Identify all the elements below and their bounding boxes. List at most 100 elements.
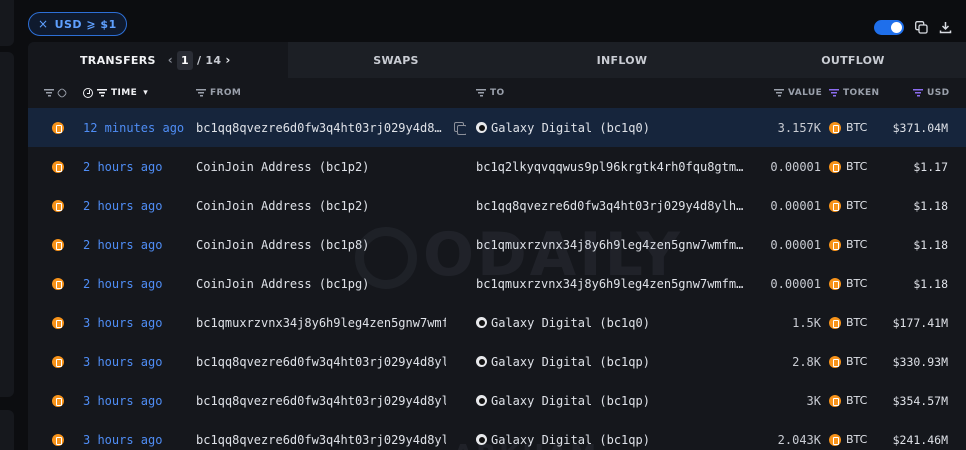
row-usd: $1.18	[913, 276, 948, 291]
btc-token-icon	[829, 355, 841, 368]
odaily-logo-watermark	[355, 227, 417, 289]
download-icon[interactable]	[938, 21, 952, 35]
filter-icon[interactable]	[44, 89, 54, 97]
row-token[interactable]: BTC	[829, 264, 867, 303]
row-to-address[interactable]: Galaxy Digital (bc1qp)	[476, 420, 746, 450]
row-from-address[interactable]: bc1qq8qvezre6d0fw3q4ht03rj029y4d8ylh…	[196, 381, 446, 420]
btc-coin-icon	[52, 381, 64, 420]
row-token[interactable]: BTC	[829, 303, 867, 342]
usd-filter-icon[interactable]	[913, 89, 923, 97]
btc-token-icon	[829, 394, 841, 407]
close-icon[interactable]: ×	[38, 17, 49, 31]
link-icon[interactable]	[56, 87, 68, 99]
table-row[interactable]: 2 hours ago CoinJoin Address (bc1pg) bc1qm…	[28, 264, 966, 303]
table-row[interactable]: 3 hours ago bc1qmuxrzvnx34j8y6h9leg4zen5g…	[28, 303, 966, 342]
row-time-link[interactable]: 12 minutes ago	[83, 108, 184, 147]
row-token[interactable]: BTC	[829, 225, 867, 264]
row-from-address[interactable]: bc1qq8qvezre6d0fw3q4ht03rj029y4d8ylh…	[196, 342, 446, 381]
table-row[interactable]: 2 hours ago CoinJoin Address (bc1p2) bc1qq…	[28, 186, 966, 225]
table-row[interactable]: 2 hours ago CoinJoin Address (bc1p2) bc1q2…	[28, 147, 966, 186]
copy-icon[interactable]	[914, 21, 928, 35]
row-to-address[interactable]: Galaxy Digital (bc1q0)	[476, 108, 746, 147]
row-value: 2.8K	[792, 354, 821, 369]
token-filter-icon[interactable]	[829, 89, 839, 97]
row-to-address[interactable]: bc1qq8qvezre6d0fw3q4ht03rj029y4d8ylh…	[476, 186, 746, 225]
row-from-address[interactable]: CoinJoin Address (bc1p2)	[196, 186, 446, 225]
tab-transfers-label: TRANSFERS	[80, 53, 156, 67]
column-time[interactable]: TIME ▾	[83, 78, 148, 108]
row-time-link[interactable]: 2 hours ago	[83, 186, 162, 225]
row-value: 3K	[806, 393, 821, 408]
row-token[interactable]: BTC	[829, 342, 867, 381]
row-from-address[interactable]: CoinJoin Address (bc1p2)	[196, 147, 446, 186]
row-token[interactable]: BTC	[829, 420, 867, 450]
entity-logo-icon	[476, 395, 487, 406]
tab-outflow[interactable]: OUTFLOW	[740, 42, 966, 78]
row-from-address[interactable]: bc1qq8qvezre6d0fw3q4ht03rj029y4d8ylh…	[196, 420, 446, 450]
row-to-address[interactable]: Galaxy Digital (bc1qp)	[476, 381, 746, 420]
copy-icon[interactable]	[454, 108, 466, 147]
header-filter-link[interactable]	[44, 78, 68, 108]
row-to-address[interactable]: Galaxy Digital (bc1qp)	[476, 342, 746, 381]
row-time-link[interactable]: 2 hours ago	[83, 147, 162, 186]
table-row[interactable]: 3 hours ago bc1qq8qvezre6d0fw3q4ht03rj029…	[28, 420, 966, 450]
table-row[interactable]: 12 minutes ago bc1qq8qvezre6d0fw3q4ht03rj…	[28, 108, 966, 147]
btc-coin-icon	[52, 303, 64, 342]
sidebar-panel	[0, 52, 14, 397]
transfers-table-body: 12 minutes ago bc1qq8qvezre6d0fw3q4ht03rj…	[28, 108, 966, 450]
row-time-link[interactable]: 3 hours ago	[83, 303, 162, 342]
row-time-link[interactable]: 2 hours ago	[83, 264, 162, 303]
row-to-address[interactable]: bc1q2lkyqvqqwus9pl96krgtk4rh0fqu8gtm…	[476, 147, 746, 186]
row-time-link[interactable]: 2 hours ago	[83, 225, 162, 264]
row-to-address[interactable]: Galaxy Digital (bc1q0)	[476, 303, 746, 342]
row-time-link[interactable]: 3 hours ago	[83, 342, 162, 381]
current-page-input[interactable]: 1	[177, 50, 193, 70]
time-filter-icon[interactable]	[97, 89, 107, 97]
row-from-address[interactable]: bc1qmuxrzvnx34j8y6h9leg4zen5gnw7wmfm…	[196, 303, 446, 342]
row-value: 0.00001	[770, 276, 821, 291]
row-usd: $1.18	[913, 198, 948, 213]
table-row[interactable]: 3 hours ago bc1qq8qvezre6d0fw3q4ht03rj029…	[28, 342, 966, 381]
toggle-switch[interactable]	[874, 20, 904, 35]
row-to-address[interactable]: bc1qmuxrzvnx34j8y6h9leg4zen5gnw7wmfm…	[476, 225, 746, 264]
row-to-label: bc1qmuxrzvnx34j8y6h9leg4zen5gnw7wmfm…	[476, 276, 744, 291]
to-filter-icon[interactable]	[476, 89, 486, 97]
column-value[interactable]: VALUE	[774, 78, 822, 108]
row-token[interactable]: BTC	[829, 147, 867, 186]
usd-filter-chip[interactable]: × USD ⩾ $1	[28, 12, 127, 36]
column-usd[interactable]: USD	[913, 78, 949, 108]
entity-logo-icon	[476, 317, 487, 328]
value-filter-icon[interactable]	[774, 89, 784, 97]
row-usd: $330.93M	[892, 354, 948, 369]
row-token-label: BTC	[846, 160, 868, 173]
chevron-left-icon[interactable]: ‹	[168, 53, 173, 67]
table-row[interactable]: 3 hours ago bc1qq8qvezre6d0fw3q4ht03rj029…	[28, 381, 966, 420]
sort-desc-icon[interactable]: ▾	[143, 88, 148, 98]
from-filter-icon[interactable]	[196, 89, 206, 97]
btc-coin-icon	[52, 108, 64, 147]
column-token[interactable]: TOKEN	[829, 78, 879, 108]
transfers-panel: TRANSFERS ‹ 1 / 14 › SWAPS INFLOW OUTFLO…	[28, 42, 966, 450]
row-token[interactable]: BTC	[829, 186, 867, 225]
row-token-label: BTC	[846, 199, 868, 212]
btc-token-icon	[829, 433, 841, 446]
row-token[interactable]: BTC	[829, 108, 867, 147]
row-time-link[interactable]: 3 hours ago	[83, 420, 162, 450]
row-from-address[interactable]: bc1qq8qvezre6d0fw3q4ht03rj029y4d8…	[196, 108, 446, 147]
row-to-label: bc1qq8qvezre6d0fw3q4ht03rj029y4d8ylh…	[476, 198, 744, 213]
tab-bar: TRANSFERS ‹ 1 / 14 › SWAPS INFLOW OUTFLO…	[28, 42, 966, 78]
tab-inflow[interactable]: INFLOW	[504, 42, 740, 78]
tab-transfers[interactable]: TRANSFERS ‹ 1 / 14 ›	[28, 42, 288, 78]
column-from-label: FROM	[210, 88, 242, 98]
row-usd: $177.41M	[892, 315, 948, 330]
row-usd: $241.46M	[892, 432, 948, 447]
column-from[interactable]: FROM	[196, 78, 241, 108]
page-total: / 14	[196, 53, 222, 67]
row-token[interactable]: BTC	[829, 381, 867, 420]
table-row[interactable]: 2 hours ago CoinJoin Address (bc1p8) bc1qm…	[28, 225, 966, 264]
tab-swaps[interactable]: SWAPS	[288, 42, 504, 78]
row-time-link[interactable]: 3 hours ago	[83, 381, 162, 420]
column-to[interactable]: TO	[476, 78, 505, 108]
chevron-right-icon[interactable]: ›	[225, 53, 230, 67]
row-to-address[interactable]: bc1qmuxrzvnx34j8y6h9leg4zen5gnw7wmfm…	[476, 264, 746, 303]
